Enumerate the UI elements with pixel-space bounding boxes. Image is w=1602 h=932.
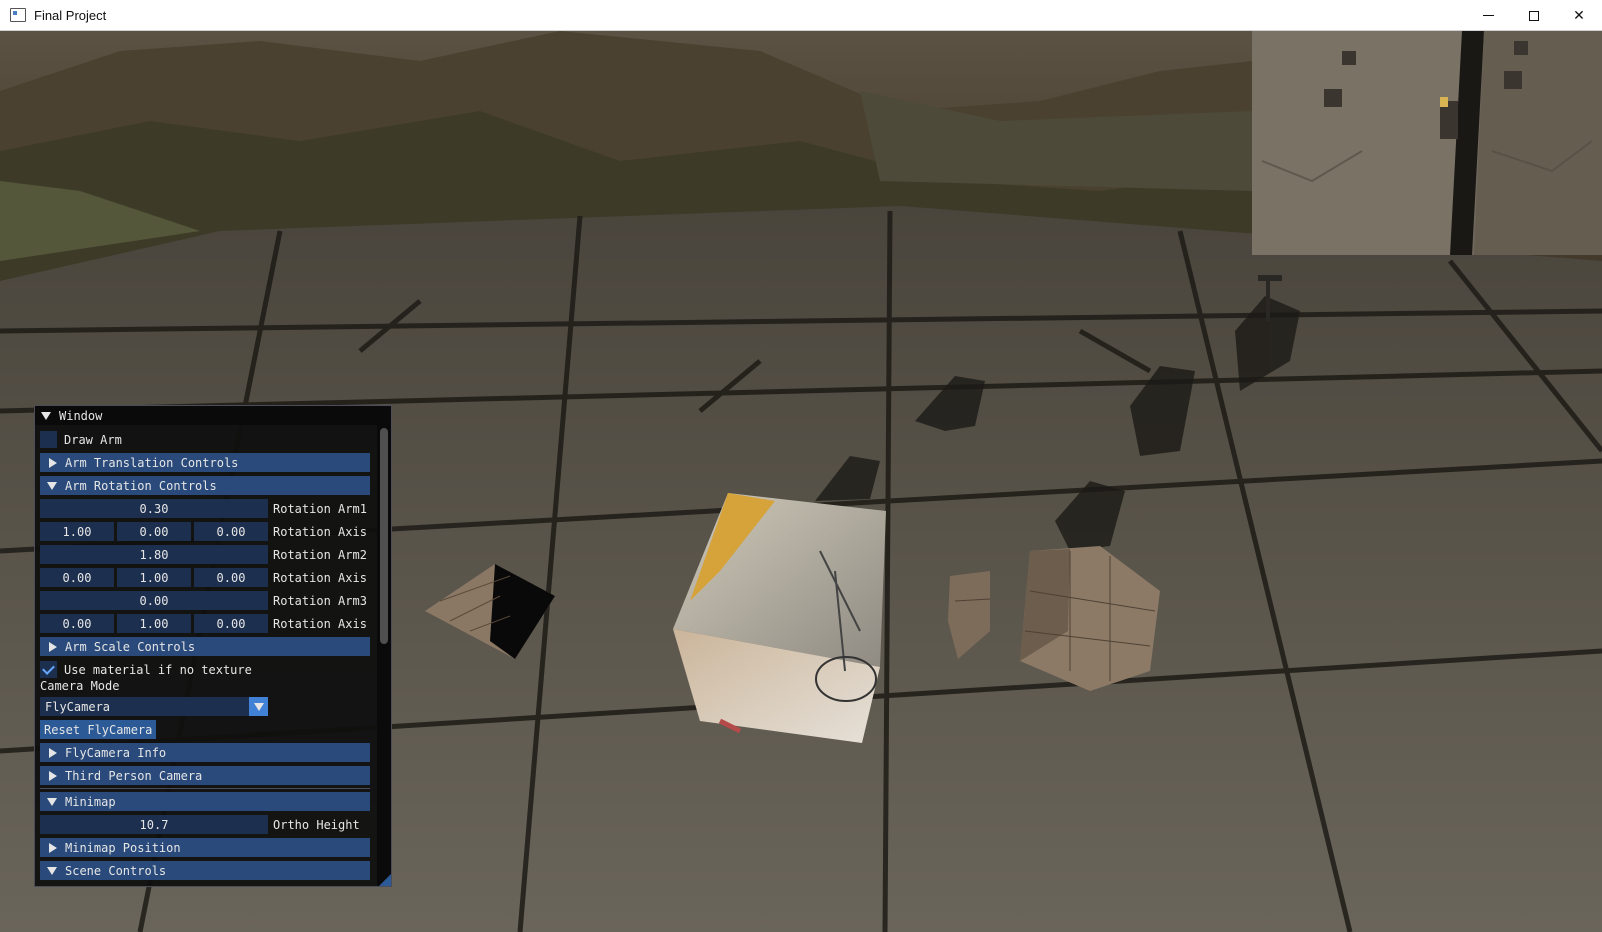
minimize-button[interactable] xyxy=(1465,0,1511,31)
header-label: Minimap xyxy=(65,794,116,809)
collapse-arrow-icon xyxy=(47,797,57,806)
ortho-height-slider[interactable]: 10.7 xyxy=(40,815,268,834)
collapse-arrow-icon xyxy=(47,481,57,490)
imgui-window-title: Window xyxy=(59,408,103,423)
reset-flycamera-button[interactable]: Reset FlyCamera xyxy=(40,720,157,739)
rotation-arm2-slider[interactable]: 1.80 xyxy=(40,545,268,564)
header-arm-scale[interactable]: Arm Scale Controls xyxy=(40,637,370,656)
header-scene-controls[interactable]: Scene Controls xyxy=(40,861,370,880)
imgui-title-bar[interactable]: Window xyxy=(35,406,391,425)
expand-arrow-icon xyxy=(49,770,57,781)
header-label: Arm Rotation Controls xyxy=(65,478,217,493)
header-label: FlyCamera Info xyxy=(65,745,167,760)
rotation-axis1-x[interactable]: 1.00 xyxy=(40,522,114,541)
minimize-icon xyxy=(1482,15,1494,16)
app-window-icon xyxy=(10,8,26,22)
draw-arm-row[interactable]: Draw Arm xyxy=(40,430,122,449)
draw-arm-checkbox[interactable] xyxy=(40,431,57,448)
checkmark-icon xyxy=(42,661,55,675)
minimap-render xyxy=(1252,31,1602,255)
imgui-scrollbar[interactable] xyxy=(377,425,391,886)
rotation-arm2-label: Rotation Arm2 xyxy=(273,547,367,562)
rotation-axis1-z[interactable]: 0.00 xyxy=(194,522,268,541)
window-title: Final Project xyxy=(34,7,107,23)
camera-mode-value: FlyCamera xyxy=(45,699,111,714)
separator xyxy=(40,788,370,789)
header-minimap[interactable]: Minimap xyxy=(40,792,370,811)
rotation-axis3-x[interactable]: 0.00 xyxy=(40,614,114,633)
use-material-row[interactable]: Use material if no texture xyxy=(40,660,252,679)
use-material-checkbox[interactable] xyxy=(40,661,57,678)
rotation-axis3-label: Rotation Axis xyxy=(273,616,367,631)
rotation-axis2-z[interactable]: 0.00 xyxy=(194,568,268,587)
chevron-down-icon[interactable] xyxy=(249,697,268,716)
expand-arrow-icon xyxy=(49,747,57,758)
header-label: Minimap Position xyxy=(65,840,181,855)
header-flycamera-info[interactable]: FlyCamera Info xyxy=(40,743,370,762)
collapse-arrow-icon xyxy=(47,866,57,875)
maximize-button[interactable] xyxy=(1511,0,1557,31)
header-arm-rotation[interactable]: Arm Rotation Controls xyxy=(40,476,370,495)
resize-grip-icon[interactable] xyxy=(379,874,391,886)
scrollbar-thumb[interactable] xyxy=(380,428,388,644)
rotation-axis2-label: Rotation Axis xyxy=(273,570,367,585)
maximize-icon xyxy=(1529,10,1539,21)
imgui-window[interactable]: Window Draw Arm Arm Translation Controls… xyxy=(34,405,392,887)
rotation-axis1-y[interactable]: 0.00 xyxy=(117,522,191,541)
expand-arrow-icon xyxy=(49,842,57,853)
use-material-label: Use material if no texture xyxy=(64,662,252,677)
header-third-person-camera[interactable]: Third Person Camera xyxy=(40,766,370,785)
header-arm-translation[interactable]: Arm Translation Controls xyxy=(40,453,370,472)
close-button[interactable]: ✕ xyxy=(1556,0,1602,31)
rotation-axis1-label: Rotation Axis xyxy=(273,524,367,539)
header-label: Arm Translation Controls xyxy=(65,455,239,470)
rotation-arm1-slider[interactable]: 0.30 xyxy=(40,499,268,518)
rotation-axis3-y[interactable]: 1.00 xyxy=(117,614,191,633)
camera-mode-combo[interactable]: FlyCamera xyxy=(40,697,268,716)
minimap-view xyxy=(1252,31,1602,255)
expand-arrow-icon xyxy=(49,457,57,468)
rotation-arm1-label: Rotation Arm1 xyxy=(273,501,367,516)
draw-arm-label: Draw Arm xyxy=(64,432,122,447)
close-icon: ✕ xyxy=(1573,7,1585,23)
rotation-arm3-slider[interactable]: 0.00 xyxy=(40,591,268,610)
rotation-axis2-x[interactable]: 0.00 xyxy=(40,568,114,587)
rotation-arm3-label: Rotation Arm3 xyxy=(273,593,367,608)
rotation-axis2-y[interactable]: 1.00 xyxy=(117,568,191,587)
header-label: Arm Scale Controls xyxy=(65,639,196,654)
header-minimap-position[interactable]: Minimap Position xyxy=(40,838,370,857)
header-label: Scene Controls xyxy=(65,863,167,878)
collapse-triangle-icon[interactable] xyxy=(41,411,51,420)
ortho-height-label: Ortho Height xyxy=(273,817,360,832)
rotation-axis3-z[interactable]: 0.00 xyxy=(194,614,268,633)
expand-arrow-icon xyxy=(49,641,57,652)
title-bar: Final Project ✕ xyxy=(0,0,1602,31)
camera-mode-label: Camera Mode xyxy=(40,679,120,693)
header-label: Third Person Camera xyxy=(65,768,203,783)
